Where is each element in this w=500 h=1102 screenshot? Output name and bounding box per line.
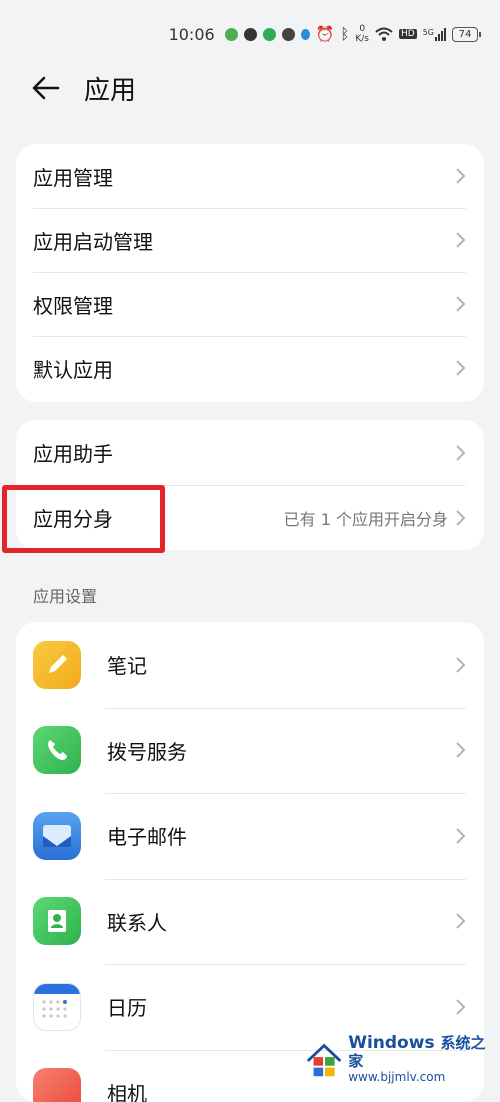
signal-icon: 5G xyxy=(423,28,446,41)
chevron-right-icon xyxy=(454,231,466,249)
app-row-contacts[interactable]: 联系人 xyxy=(16,879,484,965)
row-app-assistant[interactable]: 应用助手 xyxy=(16,420,484,485)
app-label: 联系人 xyxy=(107,907,454,936)
browser-icon xyxy=(225,28,238,41)
page-header: 应用 xyxy=(30,62,136,114)
row-label: 应用管理 xyxy=(33,162,454,191)
bluetooth-icon: ᛒ xyxy=(340,25,349,43)
section-title: 应用设置 xyxy=(33,583,97,607)
chevron-right-icon xyxy=(454,359,466,377)
row-label: 应用助手 xyxy=(33,438,454,467)
back-arrow-icon[interactable] xyxy=(30,73,60,103)
message-icon xyxy=(244,28,257,41)
battery-level: 74 xyxy=(459,29,472,40)
windows-logo-icon xyxy=(304,1039,344,1079)
chevron-right-icon xyxy=(454,295,466,313)
net-speed-unit: K/s xyxy=(355,34,369,44)
row-label: 应用启动管理 xyxy=(33,226,454,255)
wifi-icon xyxy=(375,27,393,41)
highlight-box xyxy=(2,485,165,553)
alarm-icon: ⏰ xyxy=(316,25,335,43)
notes-icon xyxy=(33,641,81,689)
email-icon xyxy=(33,812,81,860)
drop-icon xyxy=(301,29,310,40)
chevron-right-icon xyxy=(454,444,466,462)
chevron-right-icon xyxy=(454,509,466,527)
hd-badge: HD xyxy=(399,29,417,39)
app-row-dialer[interactable]: 拨号服务 xyxy=(16,708,484,794)
app-row-email[interactable]: 电子邮件 xyxy=(16,793,484,879)
chevron-right-icon xyxy=(454,741,466,759)
net-speed: 0 K/s xyxy=(355,24,369,44)
net-speed-value: 0 xyxy=(355,24,369,34)
watermark: Windows 系统之家 www.bjjmlv.com xyxy=(304,1039,494,1079)
app-settings-list: 笔记 拨号服务 电子邮件 联系人 日历 相机 xyxy=(16,622,484,1102)
shield-icon xyxy=(263,28,276,41)
row-app-launch-management[interactable]: 应用启动管理 xyxy=(16,208,484,272)
contacts-icon xyxy=(33,897,81,945)
chevron-right-icon xyxy=(454,827,466,845)
row-permission-management[interactable]: 权限管理 xyxy=(16,272,484,336)
row-value: 已有 1 个应用开启分身 xyxy=(284,506,448,530)
settings-card-1: 应用管理 应用启动管理 权限管理 默认应用 xyxy=(16,144,484,402)
watermark-text: Windows 系统之家 www.bjjmlv.com xyxy=(348,1034,494,1084)
app-label: 电子邮件 xyxy=(107,821,454,850)
chevron-right-icon xyxy=(454,656,466,674)
row-app-management[interactable]: 应用管理 xyxy=(16,144,484,208)
page-title: 应用 xyxy=(84,70,136,107)
chevron-right-icon xyxy=(454,167,466,185)
watermark-url: www.bjjmlv.com xyxy=(348,1070,494,1084)
battery-icon: 74 xyxy=(452,27,478,42)
app-label: 日历 xyxy=(107,992,454,1021)
status-time: 10:06 xyxy=(169,25,215,44)
wechat-icon xyxy=(282,28,295,41)
signal-label: 5G xyxy=(423,28,434,37)
app-label: 笔记 xyxy=(107,650,454,679)
phone-icon xyxy=(33,726,81,774)
status-bar: 10:06 ⏰ ᛒ 0 K/s HD 5G 74 xyxy=(165,22,478,46)
app-row-notes[interactable]: 笔记 xyxy=(16,622,484,708)
row-label: 默认应用 xyxy=(33,354,454,383)
app-label: 拨号服务 xyxy=(107,736,454,765)
chevron-right-icon xyxy=(454,912,466,930)
chevron-right-icon xyxy=(454,998,466,1016)
row-default-apps[interactable]: 默认应用 xyxy=(16,336,484,400)
watermark-brand: Windows xyxy=(348,1033,434,1053)
camera-icon xyxy=(33,1068,81,1102)
row-label: 权限管理 xyxy=(33,290,454,319)
calendar-icon xyxy=(33,983,81,1031)
